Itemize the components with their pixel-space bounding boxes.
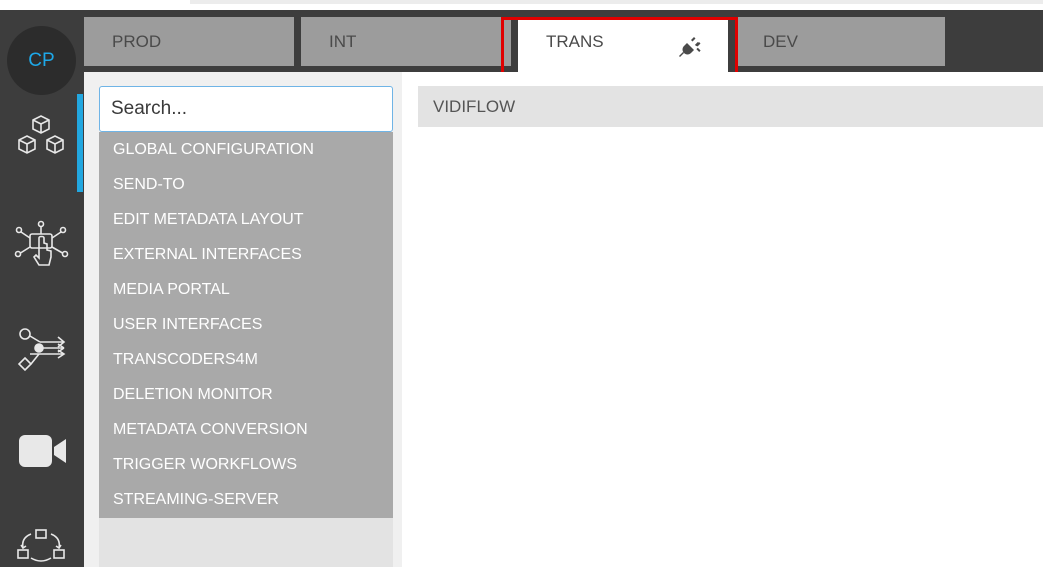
tab-label: INT [329,32,357,51]
tab-prod[interactable]: PROD [84,17,294,66]
rail-item-workflow[interactable] [0,300,84,388]
top-strip-bar [190,0,1043,4]
menu-item-media-portal[interactable]: MEDIA PORTAL [99,272,393,307]
rail-item-video[interactable] [0,400,84,488]
hierarchy-cycle-icon [17,529,65,562]
icon-rail: CP [0,10,84,567]
tab-dev[interactable]: DEV [735,17,945,66]
tab-label: TRANS [546,32,604,51]
menu-item-metadata-conversion[interactable]: METADATA CONVERSION [99,412,393,447]
menu-item-deletion-monitor[interactable]: DELETION MONITOR [99,377,393,412]
config-menu: GLOBAL CONFIGURATION SEND-TO EDIT METADA… [99,132,393,518]
cubes-icon [18,115,64,154]
main-content: GLOBAL CONFIGURATION SEND-TO EDIT METADA… [84,72,1043,567]
tab-int[interactable]: INT [301,17,511,66]
menu-item-transcoders4m[interactable]: TRANSCODERS4M [99,342,393,377]
network-touch-icon [14,220,69,266]
menu-item-edit-metadata-layout[interactable]: EDIT METADATA LAYOUT [99,202,393,237]
menu-item-send-to[interactable]: SEND-TO [99,167,393,202]
tab-trans[interactable]: TRANS [518,17,728,72]
plug-icon [678,29,702,78]
workflow-icon [17,328,66,372]
rail-item-cubes[interactable] [0,94,84,192]
tab-label: PROD [112,32,162,51]
section-header: VIDIFLOW [418,86,1043,127]
environment-tab-bar: PROD INT TRANS DEV [84,10,1043,72]
menu-item-user-interfaces[interactable]: USER INTERFACES [99,307,393,342]
top-strip [0,0,1043,10]
config-nav-panel: GLOBAL CONFIGURATION SEND-TO EDIT METADA… [84,72,402,567]
rail-item-network[interactable] [0,200,84,288]
tab-label: DEV [763,32,798,51]
menu-item-trigger-workflows[interactable]: TRIGGER WORKFLOWS [99,447,393,482]
avatar[interactable]: CP [7,26,76,95]
video-camera-icon [19,435,66,467]
menu-item-streaming-server[interactable]: STREAMING-SERVER [99,482,393,517]
menu-item-external-interfaces[interactable]: EXTERNAL INTERFACES [99,237,393,272]
menu-item-global-configuration[interactable]: GLOBAL CONFIGURATION [99,132,393,167]
menu-empty-area [99,518,393,567]
search-input[interactable] [99,86,393,132]
